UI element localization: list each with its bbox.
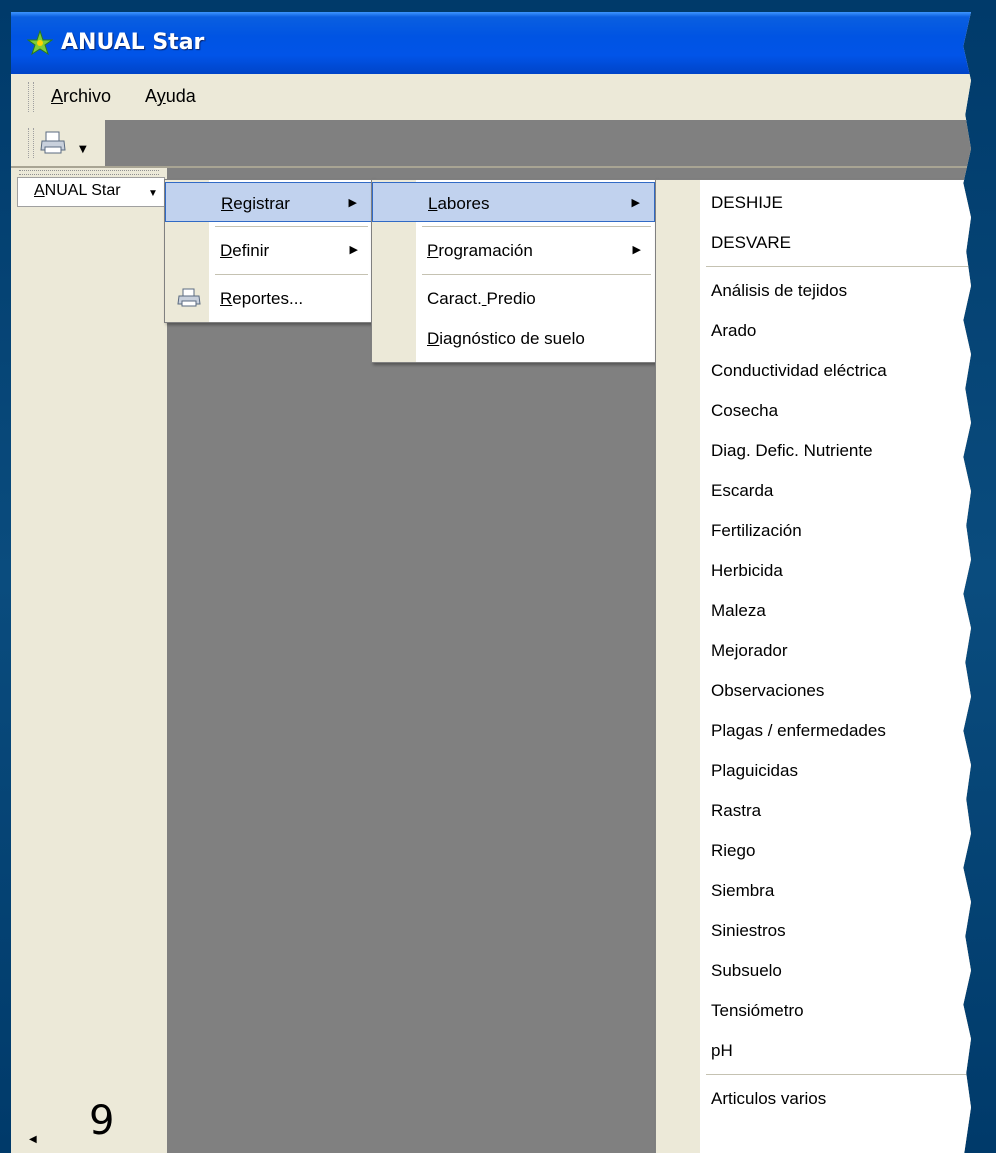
menu-item-label: Definir	[220, 241, 270, 260]
star-icon	[27, 30, 53, 56]
menu-item-label: pH	[711, 1041, 733, 1060]
menu-item-plagas-enfermedades[interactable]: Plagas / enfermedades	[656, 710, 971, 750]
menu-item-label: Escarda	[711, 481, 774, 500]
menu-item-label: Plaguicidas	[711, 761, 798, 780]
menu-item-reportes[interactable]: Reportes...	[165, 278, 372, 318]
menubar-grip[interactable]	[28, 82, 34, 112]
title-bar[interactable]: ANUAL Star	[11, 12, 971, 74]
menu-item-desvare[interactable]: DESVARE	[656, 222, 971, 262]
printer-icon	[177, 288, 201, 307]
menu-item-label: Cosecha	[711, 401, 779, 420]
window-title: ANUAL Star	[61, 30, 205, 55]
menu-item-programacion[interactable]: Programación ▶	[372, 230, 655, 270]
panel-grip[interactable]	[19, 170, 159, 175]
toolbar: ▼	[11, 120, 105, 166]
menu-item-label: Fertilización	[711, 521, 802, 540]
menu-item-label: Articulos varios	[711, 1089, 827, 1108]
menu-item-diagnostico-de-suelo[interactable]: Diagnóstico de suelo	[372, 318, 655, 358]
menu-item-registrar[interactable]: Registrar ▶	[165, 182, 372, 222]
menu-item-subsuelo[interactable]: Subsuelo	[656, 950, 971, 990]
menu-separator	[422, 274, 651, 275]
menu-level1: Registrar ▶ Definir ▶ Reportes...	[164, 179, 373, 323]
menu-separator	[706, 266, 971, 267]
menu-item-label: Herbicida	[711, 561, 783, 580]
menu-separator	[706, 1074, 971, 1075]
menu-item-label: Siniestros	[711, 921, 786, 940]
menu-item-observaciones[interactable]: Observaciones	[656, 670, 971, 710]
menu-item-riego[interactable]: Riego	[656, 830, 971, 870]
menu-item-conductividad-electrica[interactable]: Conductividad eléctrica	[656, 350, 971, 390]
menu-item-label: Rastra	[711, 801, 762, 820]
menu-item-siembra[interactable]: Siembra	[656, 870, 971, 910]
printer-icon[interactable]	[39, 130, 67, 156]
menu-separator	[215, 226, 368, 227]
menu-separator	[422, 226, 651, 227]
scroll-left-icon[interactable]: ◀	[29, 1134, 37, 1145]
menu-item-tensiometro[interactable]: Tensiómetro	[656, 990, 971, 1030]
menu-item-label: Programación	[427, 241, 533, 260]
page-number: 9	[89, 1098, 115, 1144]
menu-level3: DESHIJE DESVARE Análisis de tejidos Arado Co…	[655, 179, 971, 1153]
menu-archivo[interactable]: Archivo	[51, 86, 111, 107]
menu-item-label: Mejorador	[711, 641, 788, 660]
menu-item-label: Caract. Predio	[427, 289, 536, 308]
menu-item-label: DESHIJE	[711, 193, 783, 212]
menu-bar: Archivo Ayuda	[11, 74, 971, 121]
menu-item-articulos-varios[interactable]: Articulos varios	[656, 1078, 971, 1118]
menu-item-fertilizacion[interactable]: Fertilización	[656, 510, 971, 550]
chevron-right-icon: ▶	[349, 244, 358, 256]
menu-item-label: Riego	[711, 841, 756, 860]
menu-item-label: Labores	[428, 194, 490, 213]
left-nav-panel: ANUAL Star ▼ ◀ 9	[11, 168, 168, 1153]
app-window: ANUAL Star Archivo Ayuda ▼ ANUAL Star ▼ …	[11, 12, 971, 1153]
chevron-right-icon: ▶	[348, 197, 357, 209]
menu-item-label: Plagas / enfermedades	[711, 721, 886, 740]
menu-item-label: Análisis de tejidos	[711, 281, 848, 300]
menu-item-labores[interactable]: Labores ▶	[372, 182, 655, 222]
menu-item-label: Tensiómetro	[711, 1001, 804, 1020]
menu-item-diag-defic-nutriente[interactable]: Diag. Defic. Nutriente	[656, 430, 971, 470]
toolbar-grip[interactable]	[28, 128, 34, 158]
menu-item-label: Siembra	[711, 881, 775, 900]
chevron-right-icon: ▶	[631, 197, 640, 209]
menu-item-label: Observaciones	[711, 681, 825, 700]
menu-item-herbicida[interactable]: Herbicida	[656, 550, 971, 590]
toolbar-row: ▼	[11, 120, 971, 166]
menu-item-label: Arado	[711, 321, 757, 340]
menu-item-cosecha[interactable]: Cosecha	[656, 390, 971, 430]
menu-item-definir[interactable]: Definir ▶	[165, 230, 372, 270]
menu-item-label: Diag. Defic. Nutriente	[711, 441, 873, 460]
menu-item-ph[interactable]: pH	[656, 1030, 971, 1070]
chevron-down-icon: ▼	[148, 188, 158, 199]
print-dropdown-arrow-icon[interactable]: ▼	[79, 144, 87, 155]
menu-level2: Labores ▶ Programación ▶ Caract. Predio Diagn…	[371, 179, 656, 363]
chevron-right-icon: ▶	[632, 244, 641, 256]
menu-item-plaguicidas[interactable]: Plaguicidas	[656, 750, 971, 790]
menu-item-label: DESVARE	[711, 233, 791, 252]
menu-item-rastra[interactable]: Rastra	[656, 790, 971, 830]
menu-item-caract-predio[interactable]: Caract. Predio	[372, 278, 655, 318]
menu-item-siniestros[interactable]: Siniestros	[656, 910, 971, 950]
menu-item-label: Reportes...	[220, 289, 304, 308]
menu-separator	[215, 274, 368, 275]
menu-item-maleza[interactable]: Maleza	[656, 590, 971, 630]
menu-item-escarda[interactable]: Escarda	[656, 470, 971, 510]
menu-item-label: Maleza	[711, 601, 766, 620]
menu-ayuda[interactable]: Ayuda	[145, 86, 196, 107]
menu-item-label: Registrar	[221, 194, 290, 213]
nav-anual-star-button[interactable]: ANUAL Star ▼	[17, 177, 165, 207]
menu-item-mejorador[interactable]: Mejorador	[656, 630, 971, 670]
menu-item-arado[interactable]: Arado	[656, 310, 971, 350]
menu-item-deshije[interactable]: DESHIJE	[656, 182, 971, 222]
menu-item-label: Subsuelo	[711, 961, 782, 980]
menu-item-analisis-de-tejidos[interactable]: Análisis de tejidos	[656, 270, 971, 310]
menu-item-label: Conductividad eléctrica	[711, 361, 887, 380]
menu-item-label: Diagnóstico de suelo	[427, 329, 585, 348]
